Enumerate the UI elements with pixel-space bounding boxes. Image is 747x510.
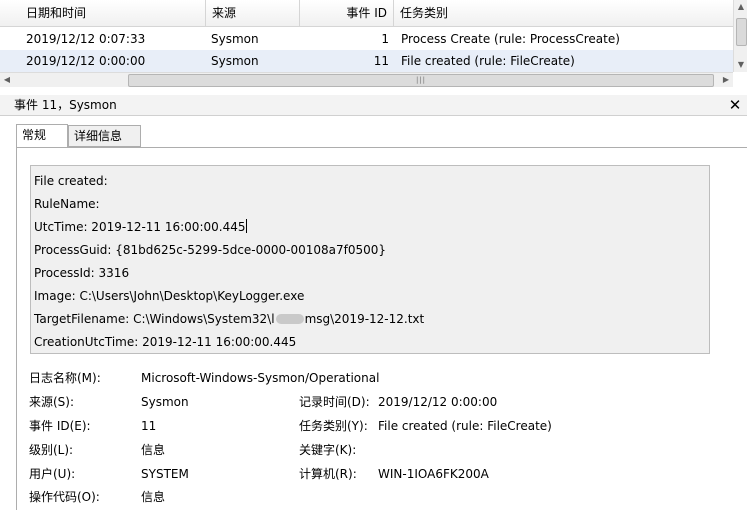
grip-icon: ||| xyxy=(415,76,427,84)
event-list[interactable]: 日期和时间 来源 事件 ID 任务类别 2019/12/12 0:07:33 S… xyxy=(0,0,747,96)
row-task-category: Process Create (rule: ProcessCreate) xyxy=(401,32,620,46)
task-category-value: File created (rule: FileCreate) xyxy=(378,419,552,433)
log-name-label: 日志名称(M): xyxy=(29,371,101,385)
event-id-value: 11 xyxy=(141,419,157,433)
column-header-source[interactable]: 来源 xyxy=(206,0,300,26)
scroll-down-icon[interactable]: ▼ xyxy=(734,58,747,72)
redacted-blur xyxy=(275,314,304,324)
keywords-label: 关键字(K): xyxy=(299,443,357,457)
vertical-scroll-thumb[interactable] xyxy=(736,18,747,46)
row-date: 2019/12/12 0:00:00 xyxy=(26,54,146,68)
message-line-target-filename: TargetFilename: C:\Windows\System32\l msg… xyxy=(34,312,425,326)
scroll-up-icon[interactable]: ▲ xyxy=(734,0,747,14)
opcode-value: 信息 xyxy=(141,490,166,504)
row-source: Sysmon xyxy=(211,54,259,68)
row-source: Sysmon xyxy=(211,32,259,46)
source-value: Sysmon xyxy=(141,395,189,409)
level-label: 级别(L): xyxy=(29,443,74,457)
computer-label: 计算机(R): xyxy=(299,467,357,481)
text-caret xyxy=(246,219,248,233)
close-icon[interactable]: ✕ xyxy=(727,95,743,115)
event-id-label: 事件 ID(E): xyxy=(29,419,91,433)
row-event-id: 1 xyxy=(381,32,389,46)
message-line: ProcessId: 3316 xyxy=(34,266,130,280)
column-header-task-category[interactable]: 任务类别 xyxy=(394,0,733,26)
event-message-box[interactable]: File created: RuleName: UtcTime: 2019-12… xyxy=(30,165,710,354)
source-label: 来源(S): xyxy=(29,395,75,409)
message-line: RuleName: xyxy=(34,197,100,211)
opcode-label: 操作代码(O): xyxy=(29,490,100,504)
column-header-event-id[interactable]: 事件 ID xyxy=(300,0,394,26)
message-line: File created: xyxy=(34,174,108,188)
event-list-header: 日期和时间 来源 事件 ID 任务类别 xyxy=(0,0,733,27)
logged-label: 记录时间(D): xyxy=(299,395,370,409)
scroll-left-icon[interactable]: ◀ xyxy=(0,73,14,87)
vertical-scrollbar[interactable]: ▲ ▼ xyxy=(733,0,747,72)
message-line: Image: C:\Users\John\Desktop\KeyLogger.e… xyxy=(34,289,305,303)
tab-details[interactable]: 详细信息 xyxy=(68,125,141,147)
event-detail-panel: 事件 11，Sysmon ✕ 常规 详细信息 File created: Rul… xyxy=(0,95,747,510)
table-row-selected[interactable]: 2019/12/12 0:00:00 Sysmon 11 File create… xyxy=(0,50,733,72)
row-date: 2019/12/12 0:07:33 xyxy=(26,32,146,46)
detail-header: 事件 11，Sysmon ✕ xyxy=(0,95,747,116)
row-event-id: 11 xyxy=(373,54,389,68)
message-line: ProcessGuid: {81bd625c-5299-5dce-0000-00… xyxy=(34,243,387,257)
tab-general[interactable]: 常规 xyxy=(16,124,68,148)
user-label: 用户(U): xyxy=(29,467,76,481)
task-category-label: 任务类别(Y): xyxy=(299,419,368,433)
level-value: 信息 xyxy=(141,443,166,457)
user-value: SYSTEM xyxy=(141,467,189,481)
column-header-date[interactable]: 日期和时间 xyxy=(20,0,206,26)
computer-value: WIN-1IOA6FK200A xyxy=(378,467,489,481)
row-task-category: File created (rule: FileCreate) xyxy=(401,54,575,68)
log-name-value: Microsoft-Windows-Sysmon/Operational xyxy=(141,371,380,385)
message-line-utctime: UtcTime: 2019-12-11 16:00:00.445 xyxy=(34,219,248,234)
scroll-right-icon[interactable]: ▶ xyxy=(719,73,733,87)
table-row[interactable]: 2019/12/12 0:07:33 Sysmon 1 Process Crea… xyxy=(0,28,733,50)
logged-value: 2019/12/12 0:00:00 xyxy=(378,395,498,409)
horizontal-scroll-thumb[interactable]: ||| xyxy=(128,74,714,87)
horizontal-scrollbar[interactable]: ◀ ||| ▶ xyxy=(0,72,733,87)
detail-title: 事件 11，Sysmon xyxy=(14,98,117,112)
message-line: CreationUtcTime: 2019-12-11 16:00:00.445 xyxy=(34,335,297,349)
